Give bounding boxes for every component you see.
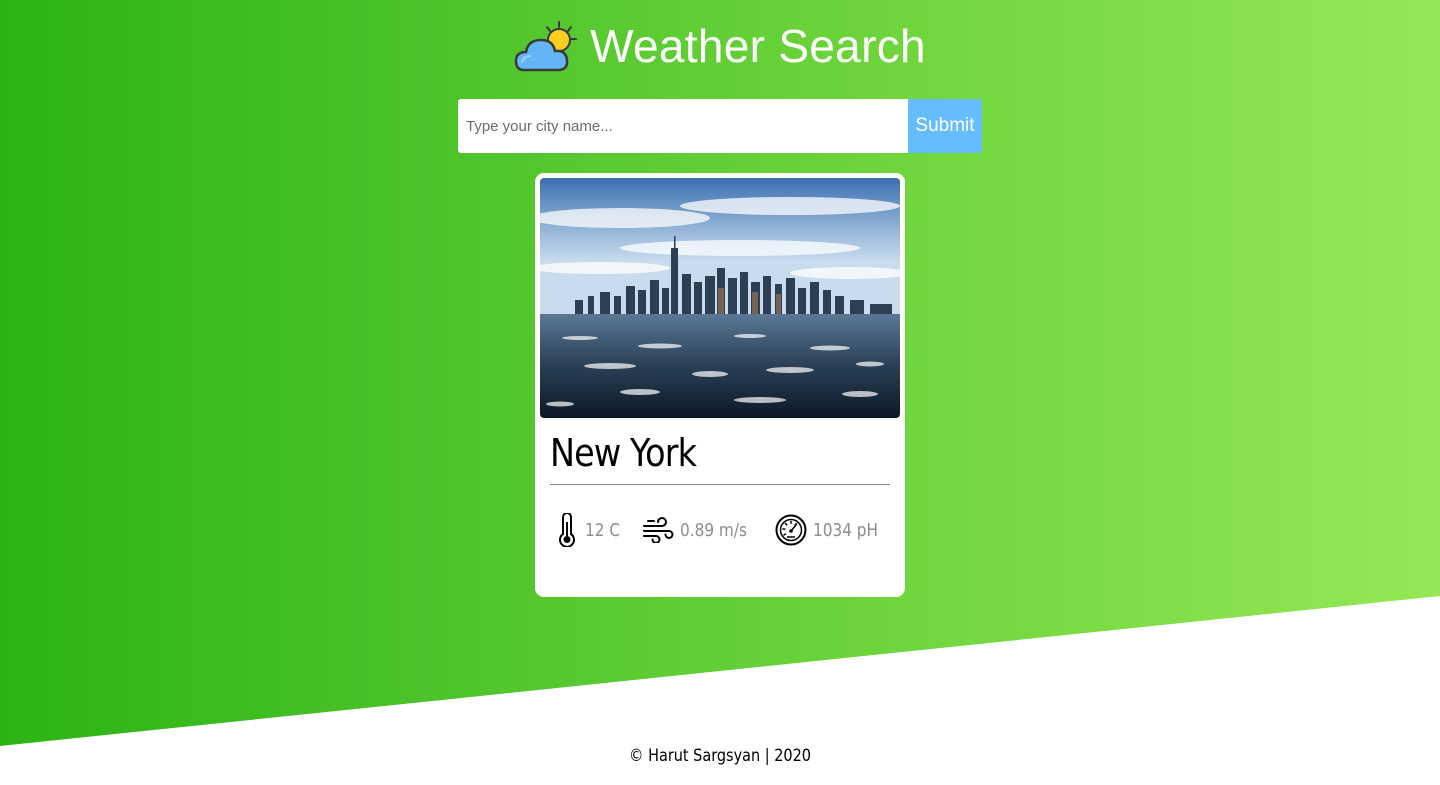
city-name: New York bbox=[550, 431, 697, 475]
temperature-stat: 12 C bbox=[555, 513, 626, 547]
page-title: Weather Search bbox=[590, 20, 926, 72]
wind-value: 0.89 m/s bbox=[680, 519, 748, 541]
thermometer-icon bbox=[559, 513, 575, 547]
city-search-input[interactable] bbox=[458, 99, 908, 153]
copyright-text: © Harut Sargsyan | 2020 bbox=[629, 746, 811, 766]
gauge-icon bbox=[775, 514, 807, 546]
wind-stat: 0.89 m/s bbox=[642, 517, 759, 543]
weather-card: New York 12 C 0.89 m/s 1034 pH bbox=[535, 173, 905, 597]
submit-button[interactable]: Submit bbox=[908, 99, 982, 153]
page: Weather Search Submit bbox=[0, 0, 1440, 785]
pressure-value: 1034 pH bbox=[813, 519, 879, 541]
header: Weather Search bbox=[0, 18, 1440, 74]
wind-icon bbox=[643, 517, 674, 543]
city-skyline-image bbox=[540, 178, 900, 418]
divider bbox=[550, 484, 890, 485]
weather-stats: 12 C 0.89 m/s 1034 pH bbox=[555, 513, 890, 547]
sun-behind-cloud-icon bbox=[514, 21, 578, 72]
footer: © Harut Sargsyan | 2020 bbox=[0, 746, 1440, 766]
search-form: Submit bbox=[458, 99, 982, 153]
temperature-value: 12 C bbox=[585, 519, 621, 541]
pressure-stat: 1034 pH bbox=[775, 514, 890, 546]
